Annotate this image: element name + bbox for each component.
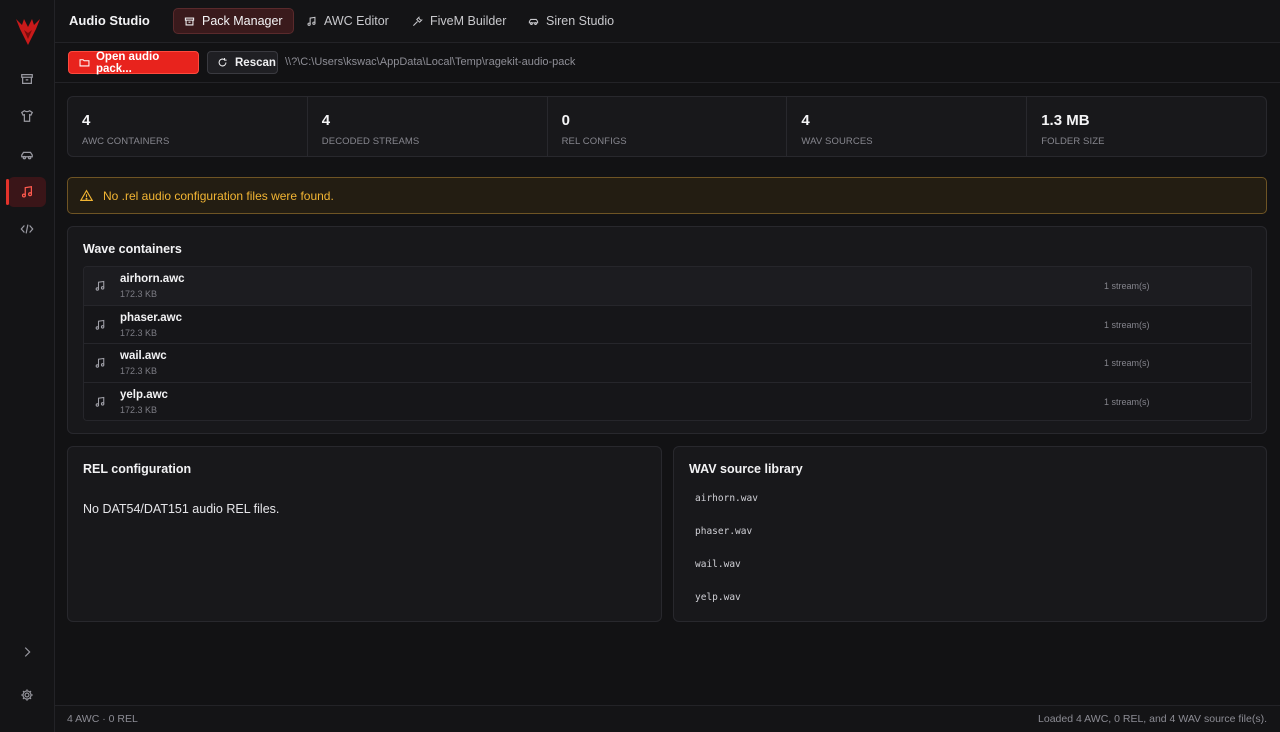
car-icon [528, 18, 539, 25]
sidebar [0, 0, 55, 732]
status-message: Loaded 4 AWC, 0 REL, and 4 WAV source fi… [1038, 713, 1267, 725]
music-note-icon [95, 396, 105, 407]
wave-streams: 1 stream(s) [1104, 281, 1150, 291]
wave-size: 172.3 KB [120, 327, 158, 338]
stat-value: 1.3 MB [1041, 112, 1090, 129]
tab-label: FiveM Builder [430, 14, 507, 28]
header: Audio Studio Pack Manager AWC Editor Fiv… [55, 0, 1280, 43]
car-icon [21, 151, 33, 160]
stat-label: DECODED STREAMS [321, 136, 420, 147]
wav-source-item[interactable]: phaser.wav [695, 526, 752, 537]
sidebar-item-code[interactable] [8, 214, 46, 244]
refresh-icon [218, 58, 227, 67]
sidebar-item-audio[interactable] [6, 177, 46, 207]
shirt-icon [20, 110, 34, 122]
list-item[interactable]: phaser.awc 172.3 KB 1 stream(s) [84, 305, 1251, 345]
wave-containers-title: Wave containers [83, 242, 182, 256]
warning-text: No .rel audio configuration files were f… [103, 188, 334, 203]
tab-label: Siren Studio [546, 14, 615, 28]
tab-fivem-builder[interactable]: FiveM Builder [402, 8, 516, 34]
wave-containers-panel: Wave containers airhorn.awc 172.3 KB 1 s… [67, 226, 1267, 434]
stat-value: 4 [82, 112, 91, 129]
stat-value: 4 [801, 112, 810, 129]
warning-icon [80, 189, 93, 201]
chevron-right-icon [24, 647, 31, 657]
sidebar-item-vehicle[interactable] [8, 140, 46, 170]
list-item[interactable]: wail.awc 172.3 KB 1 stream(s) [84, 344, 1251, 384]
wav-source-item[interactable]: airhorn.wav [695, 493, 758, 504]
rel-configuration-title: REL configuration [83, 462, 192, 476]
settings-button[interactable] [8, 680, 46, 710]
music-note-icon [95, 358, 105, 369]
archive-icon [184, 17, 195, 25]
tab-siren-studio[interactable]: Siren Studio [518, 8, 624, 34]
music-note-icon [95, 280, 105, 291]
rel-configuration-panel: REL configuration No DAT54/DAT151 audio … [67, 446, 662, 622]
code-icon [20, 224, 34, 234]
music-note-icon [95, 319, 105, 330]
app-title: Audio Studio [69, 13, 150, 28]
wave-name: yelp.awc [120, 389, 168, 402]
gear-icon [21, 689, 33, 701]
list-item[interactable]: yelp.awc 172.3 KB 1 stream(s) [84, 383, 1251, 420]
wave-name: airhorn.awc [120, 273, 185, 285]
tab-pack-manager[interactable]: Pack Manager [173, 8, 294, 34]
stat-decoded-streams: 4 DECODED STREAMS [308, 97, 548, 156]
wave-name: wail.awc [120, 350, 167, 363]
sidebar-item-archive[interactable] [8, 64, 46, 94]
tab-awc-editor[interactable]: AWC Editor [296, 8, 399, 34]
open-audio-pack-button[interactable]: Open audio pack... [68, 50, 199, 75]
wav-source-item[interactable]: wail.wav [695, 559, 741, 570]
music-note-icon [21, 186, 33, 198]
archive-icon [21, 74, 33, 84]
warning-banner: No .rel audio configuration files were f… [67, 177, 1267, 214]
stat-label: WAV SOURCES [801, 136, 873, 147]
stat-label: FOLDER SIZE [1041, 136, 1105, 147]
stat-value: 4 [321, 112, 331, 129]
wave-name: phaser.awc [120, 311, 183, 324]
pack-path: \\?\C:\Users\kswac\AppData\Local\Temp\ra… [285, 56, 576, 68]
tab-label: AWC Editor [324, 14, 389, 28]
stat-folder-size: 1.3 MB FOLDER SIZE [1027, 97, 1266, 156]
stat-value: 0 [561, 112, 570, 129]
wave-size: 172.3 KB [120, 405, 158, 416]
wave-streams: 1 stream(s) [1104, 319, 1150, 330]
rescan-label: Rescan [235, 56, 276, 69]
wave-size: 172.3 KB [120, 289, 158, 299]
rel-empty-message: No DAT54/DAT151 audio REL files. [83, 502, 280, 516]
stats-panel: 4 AWC CONTAINERS 4 DECODED STREAMS 0 REL… [67, 96, 1267, 157]
toolbar: Open audio pack... Rescan \\?\C:\Users\k… [55, 43, 1280, 83]
wav-source-item[interactable]: yelp.wav [695, 592, 741, 603]
tab-label: Pack Manager [202, 14, 283, 28]
rescan-button[interactable]: Rescan [207, 51, 278, 74]
wrench-icon [413, 15, 423, 26]
wave-size: 172.3 KB [120, 366, 158, 377]
sidebar-item-shirt[interactable] [8, 101, 46, 131]
sidebar-expand-button[interactable] [8, 637, 46, 667]
status-summary: 4 AWC · 0 REL [67, 713, 138, 725]
stat-awc-containers: 4 AWC CONTAINERS [68, 97, 308, 156]
wave-streams: 1 stream(s) [1104, 358, 1150, 369]
status-bar: 4 AWC · 0 REL Loaded 4 AWC, 0 REL, and 4… [55, 705, 1280, 732]
wave-list: airhorn.awc 172.3 KB 1 stream(s) phaser.… [83, 266, 1252, 421]
stat-label: REL CONFIGS [561, 136, 627, 147]
stat-wav-sources: 4 WAV SOURCES [787, 97, 1028, 156]
folder-icon [79, 59, 90, 67]
stat-label: AWC CONTAINERS [82, 136, 170, 147]
wave-streams: 1 stream(s) [1104, 397, 1150, 408]
stat-rel-configs: 0 REL CONFIGS [548, 97, 788, 156]
music-note-icon [307, 16, 316, 26]
wav-source-library-title: WAV source library [689, 462, 803, 476]
wav-source-library-panel: WAV source library airhorn.wav phaser.wa… [673, 446, 1267, 622]
open-audio-pack-label: Open audio pack... [95, 50, 160, 75]
list-item[interactable]: airhorn.awc 172.3 KB 1 stream(s) [84, 267, 1251, 306]
app-logo [16, 19, 40, 45]
